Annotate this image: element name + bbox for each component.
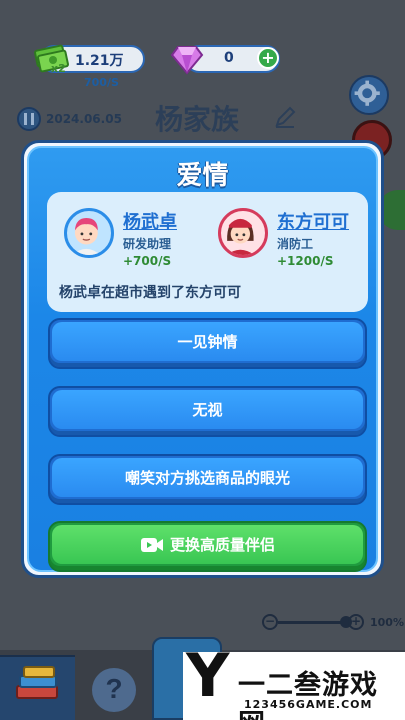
- game-date: 2024.06.05: [46, 112, 122, 126]
- watermark-logo: Y: [186, 641, 230, 711]
- gem-value: 0: [224, 50, 234, 66]
- choice-button-ignore[interactable]: 无视: [48, 386, 367, 437]
- choice-button-mock[interactable]: 嘲笑对方挑选商品的眼光: [48, 454, 367, 505]
- zoom-in-button[interactable]: +: [348, 614, 364, 630]
- love-event-dialog: 爱情 杨武卓 研发助理 +700/S 东方可可 消防工 +1200/S 杨武卓在…: [21, 140, 384, 578]
- pause-icon[interactable]: [17, 107, 41, 131]
- cash-value: 1.21万: [75, 53, 124, 69]
- replace-partner-button[interactable]: 更换高质量伴侣: [48, 521, 367, 572]
- watermark-domain: 123456GAME.COM: [244, 698, 373, 711]
- family-name: 杨家族: [155, 103, 240, 136]
- zoom-out-button[interactable]: −: [262, 614, 278, 630]
- female-avatar-icon[interactable]: [218, 208, 268, 258]
- zoom-percent: 100%: [370, 616, 404, 629]
- watermark-title: 一二叁游戏网: [238, 670, 378, 720]
- diamond-icon: [170, 46, 204, 75]
- dialog-body: 爱情 杨武卓 研发助理 +700/S 东方可可 消防工 +1200/S 杨武卓在…: [27, 146, 378, 572]
- event-description: 杨武卓在超市遇到了东方可可: [59, 285, 241, 301]
- choice-button-love-at-first-sight[interactable]: 一见钟情: [48, 318, 367, 369]
- edit-pencil-icon[interactable]: [273, 105, 297, 129]
- cash-multiplier: x2: [51, 62, 66, 75]
- person-a-name[interactable]: 杨武卓: [123, 208, 177, 234]
- dialog-title: 爱情: [176, 161, 229, 191]
- help-button[interactable]: ?: [92, 668, 136, 712]
- book-stack-icon[interactable]: [12, 664, 62, 706]
- couple-card: 杨武卓 研发助理 +700/S 东方可可 消防工 +1200/S 杨武卓在超市遇…: [47, 192, 368, 312]
- person-a-income: +700/S: [123, 254, 172, 268]
- zoom-track[interactable]: [278, 621, 344, 624]
- video-ad-icon: [140, 537, 163, 552]
- person-b-income: +1200/S: [277, 254, 334, 268]
- replace-partner-label: 更换高质量伴侣: [169, 536, 275, 554]
- add-gems-button[interactable]: +: [257, 47, 279, 69]
- settings-gear-icon[interactable]: [349, 75, 389, 115]
- male-avatar-icon[interactable]: [64, 208, 114, 258]
- replace-partner-face: 更换高质量伴侣: [52, 525, 363, 564]
- person-b-name[interactable]: 东方可可: [277, 208, 349, 234]
- person-b-job: 消防工: [277, 237, 314, 251]
- zoom-slider[interactable]: − +: [262, 612, 364, 632]
- cash-rate: 700/S: [84, 76, 119, 89]
- person-a-job: 研发助理: [123, 237, 172, 251]
- choice-label: 无视: [52, 390, 363, 429]
- choice-label: 嘲笑对方挑选商品的眼光: [52, 458, 363, 497]
- choice-label: 一见钟情: [52, 322, 363, 361]
